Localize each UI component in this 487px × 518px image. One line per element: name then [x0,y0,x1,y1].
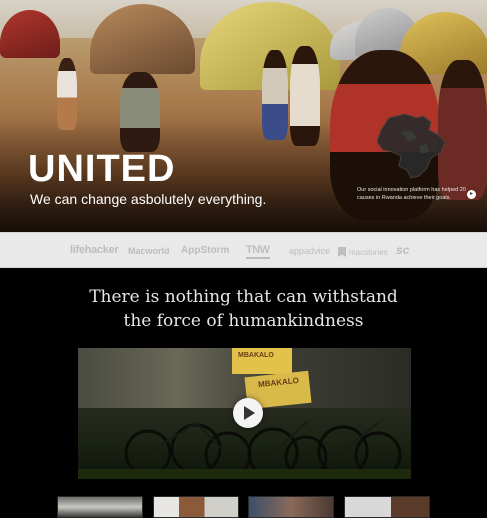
hero-note: Our social innovation platform has helpe… [357,187,466,201]
hero-subtitle: We can change asbolutely everything. [30,191,267,207]
tagline-line-1: There is nothing that can withstand [89,287,398,307]
shop-sign-text: MBAKALO [238,352,274,359]
tagline: There is nothing that can withstand the … [0,285,487,333]
child-figure [262,50,288,140]
press-logo-macworld[interactable]: Macworld [128,246,170,256]
tnw-underline [246,257,270,259]
press-logo-tnw-text: TNW [246,244,270,256]
video-thumbnail[interactable] [57,496,143,518]
chevron-right-icon[interactable]: ▸ [467,190,476,199]
video-thumbnail[interactable] [153,496,239,518]
press-logo-lifehacker[interactable]: lifehacker [70,244,119,256]
press-logo-appstorm[interactable]: AppStorm [181,245,229,256]
video-thumbnails [57,496,437,518]
play-icon[interactable] [233,398,263,428]
press-bar: lifehacker Macworld AppStorm TNW appadvi… [0,232,487,268]
hero-banner: UNITED We can change asbolutely everythi… [0,0,487,232]
press-logo-tnw[interactable]: TNW [246,244,270,259]
africa-map-icon [376,113,446,179]
child-figure [57,58,77,130]
tagline-line-2: the force of humankindness [123,311,364,331]
press-logo-macstories-text: macstories [349,248,388,257]
press-logo-appadvice[interactable]: appadvice [289,246,330,256]
child-figure [120,72,160,152]
bookmark-icon [338,247,346,257]
video-thumbnail[interactable] [344,496,430,518]
video-thumbnail[interactable] [248,496,334,518]
child-figure [290,46,320,146]
hero-title: UNITED [28,148,176,190]
press-logo-sc[interactable]: sc [396,243,409,257]
press-logo-macstories[interactable]: macstories [338,247,388,257]
